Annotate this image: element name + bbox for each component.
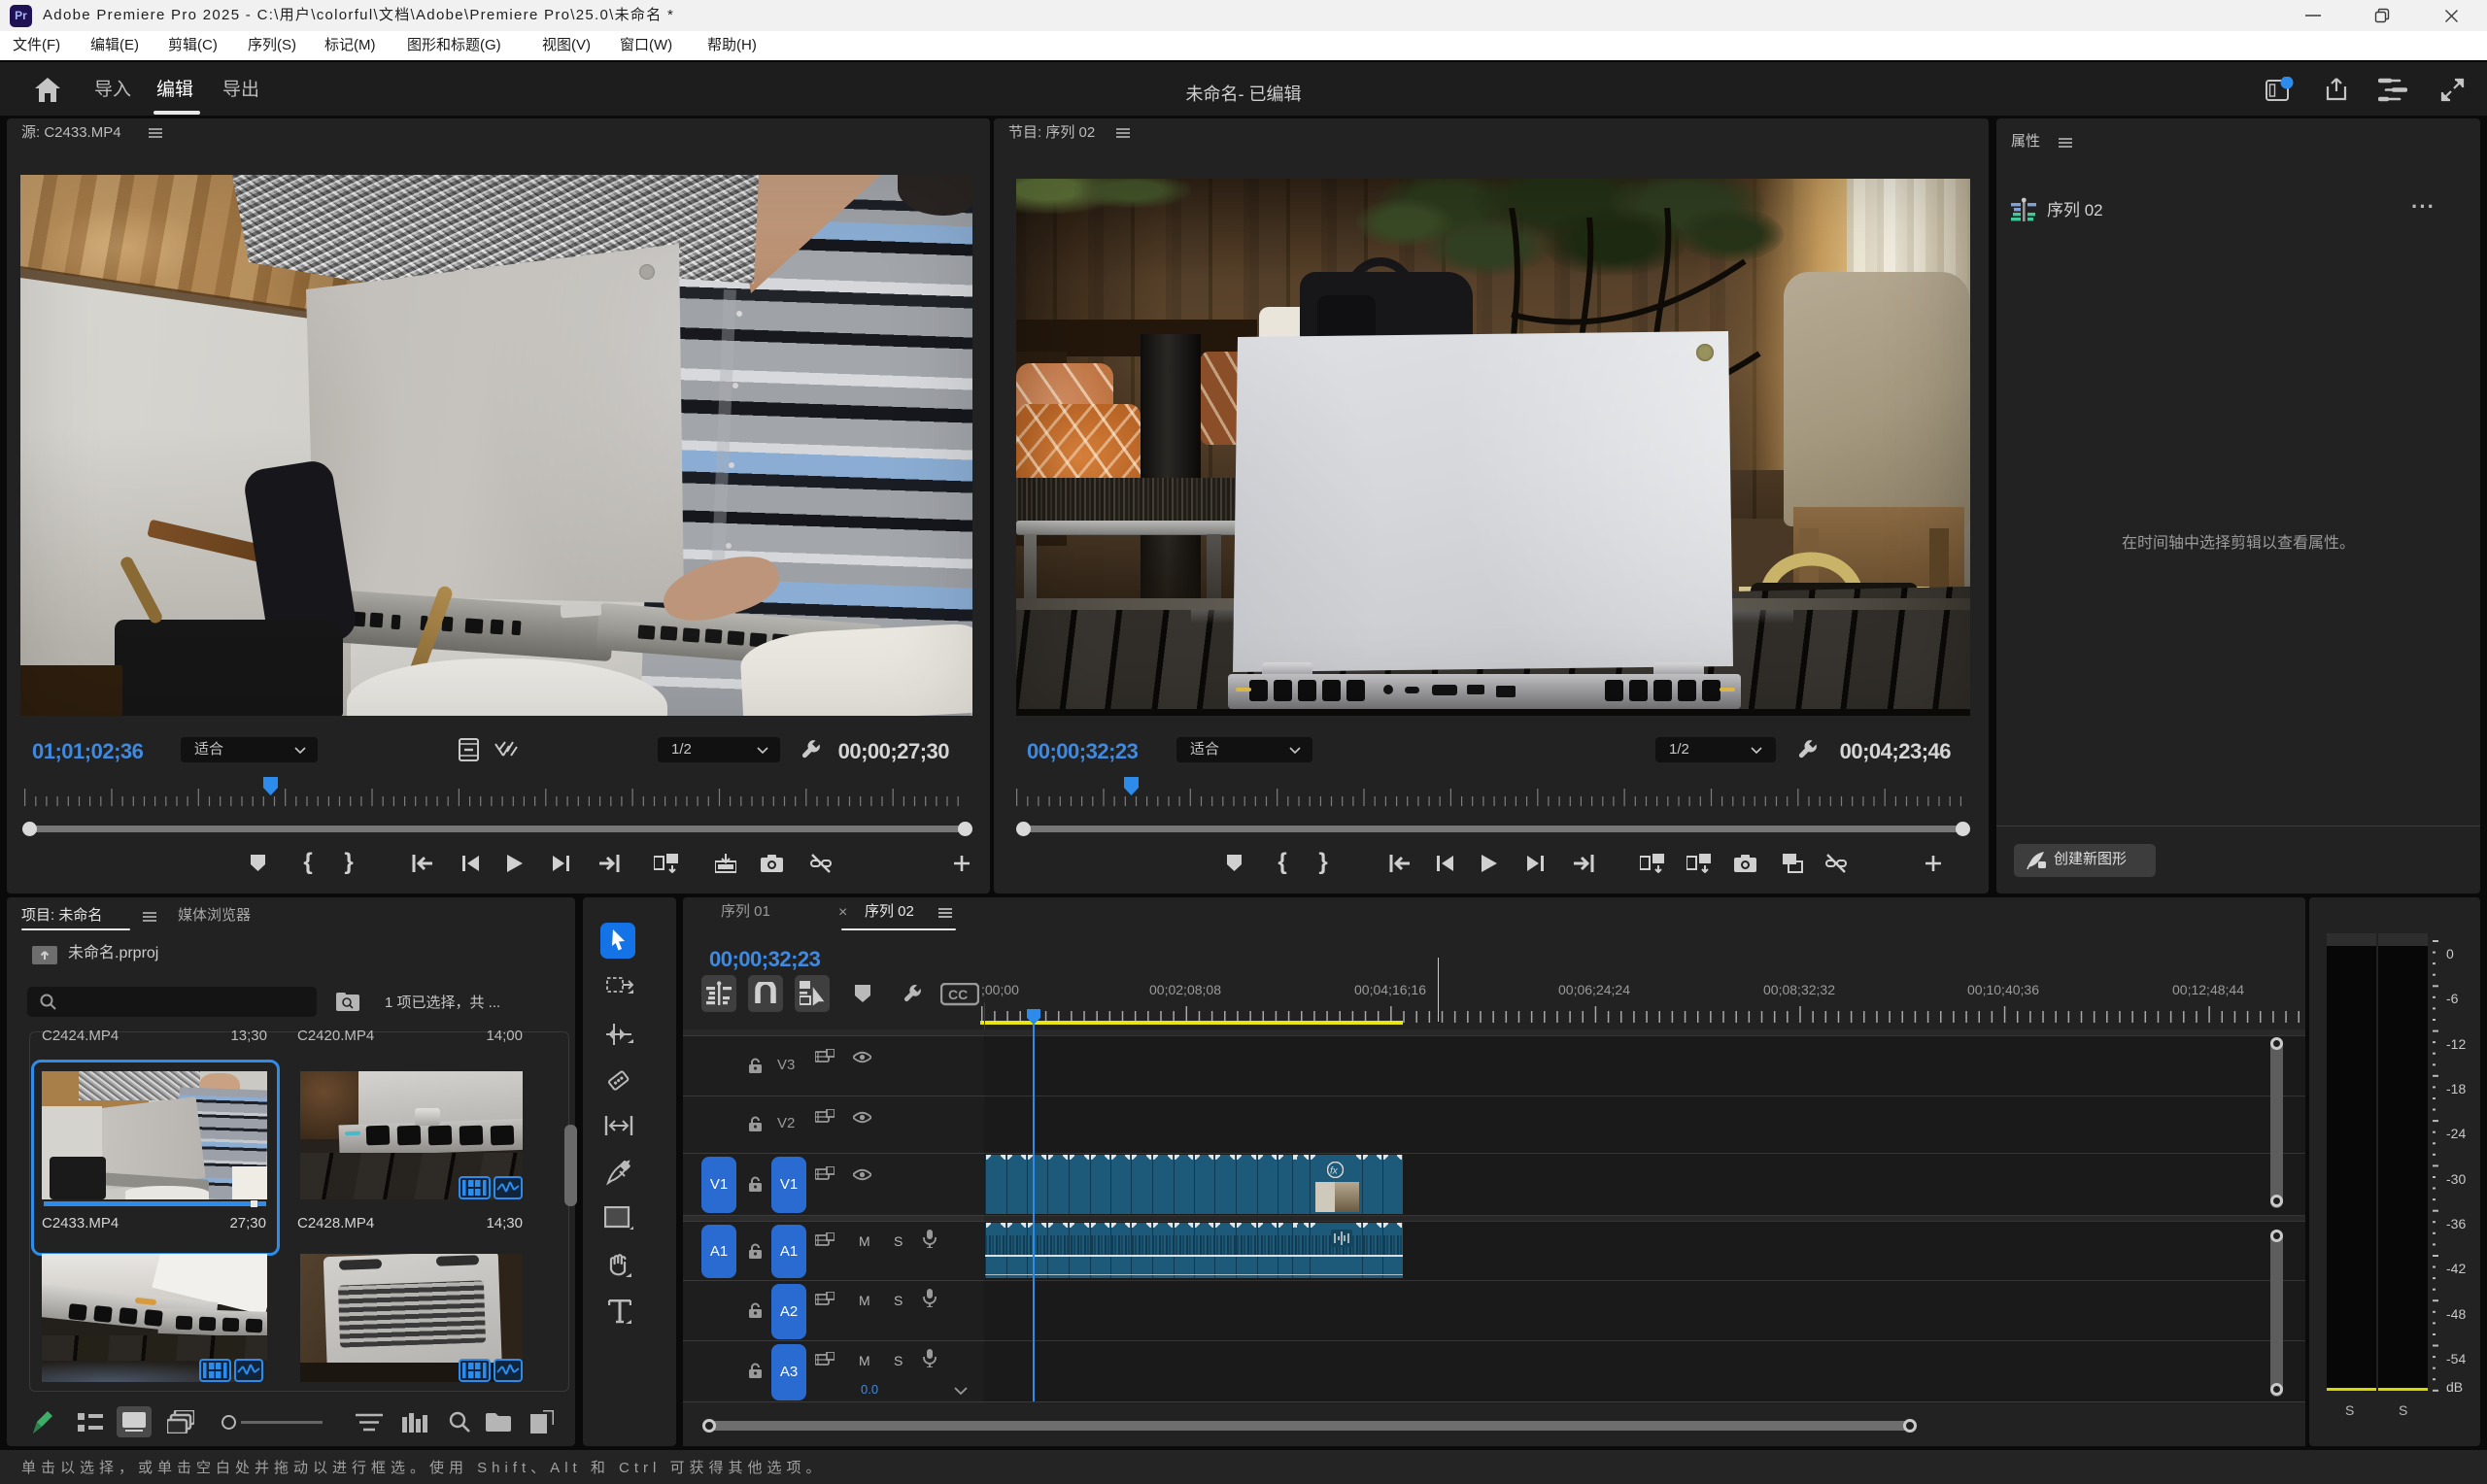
svg-text:fx: fx	[1330, 1166, 1339, 1177]
svg-text:CC: CC	[948, 987, 968, 1002]
